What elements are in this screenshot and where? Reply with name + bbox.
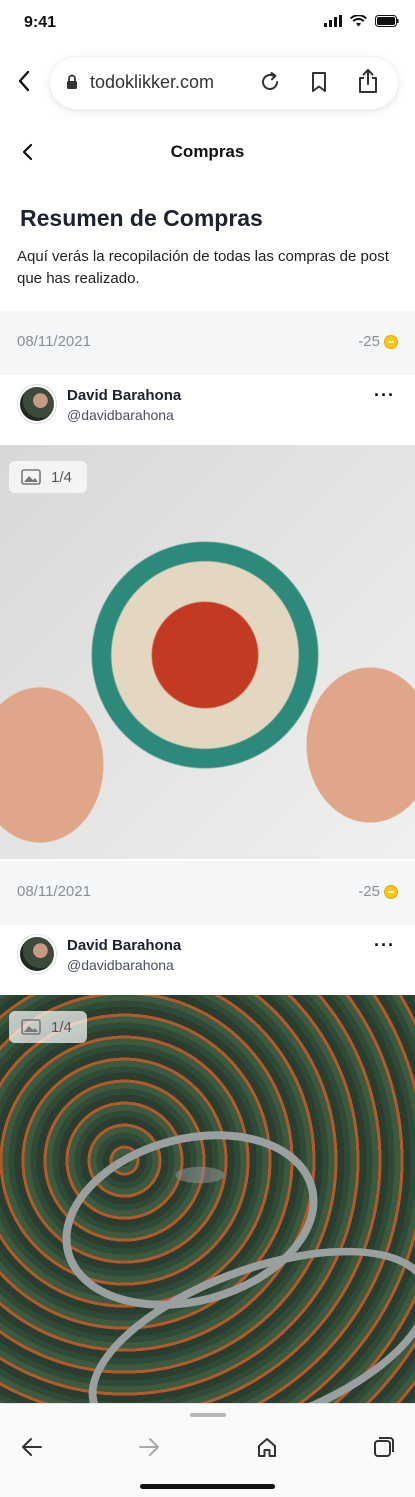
url-text: todoklikker.com — [90, 72, 215, 92]
image-icon — [21, 1019, 41, 1035]
purchase-cost: -25 — [358, 883, 398, 900]
page-header: Compras — [0, 130, 415, 174]
page-title: Compras — [170, 142, 245, 161]
browser-back-button[interactable] — [12, 66, 36, 96]
tabs-icon — [374, 1437, 394, 1457]
author-handle: @davidbarahona — [67, 957, 174, 973]
wifi-icon — [350, 15, 367, 27]
author-row: David Barahona @davidbarahona ··· — [0, 925, 415, 995]
author-row: David Barahona @davidbarahona ··· — [0, 375, 415, 445]
purchase-date: 08/11/2021 — [17, 333, 91, 350]
purchase-item: 08/11/2021 -25 David Barahona @davidbara… — [0, 861, 415, 1409]
image-counter-text: 1/4 — [51, 468, 72, 486]
purchase-header: 08/11/2021 -25 — [0, 861, 415, 925]
author-name[interactable]: David Barahona — [67, 937, 181, 954]
purchase-header: 08/11/2021 -25 — [0, 311, 415, 375]
image-counter-text: 1/4 — [51, 1018, 72, 1036]
status-time: 9:41 — [24, 14, 57, 31]
cost-value: -25 — [358, 333, 380, 350]
signal-icon — [324, 15, 342, 27]
browser-toolbar — [0, 1403, 415, 1497]
browser-bar: todoklikker.com — [0, 48, 415, 120]
image-icon — [21, 469, 41, 485]
author-name[interactable]: David Barahona — [67, 387, 181, 404]
image-counter: 1/4 — [9, 1011, 87, 1043]
home-indicator — [140, 1484, 275, 1489]
post-image[interactable]: 1/4 — [0, 995, 415, 1409]
chevron-left-icon — [18, 70, 30, 92]
reload-icon[interactable] — [258, 70, 282, 94]
more-options-button[interactable]: ··· — [374, 385, 395, 406]
summary-title: Resumen de Compras — [20, 205, 263, 231]
post-image[interactable]: 1/4 — [0, 445, 415, 859]
image-counter: 1/4 — [9, 461, 87, 493]
avatar[interactable] — [18, 935, 56, 973]
toolbar-grabber[interactable] — [190, 1413, 226, 1417]
purchase-item: 08/11/2021 -25 David Barahona @davidbara… — [0, 311, 415, 859]
battery-icon — [375, 15, 399, 27]
tabs-button[interactable] — [369, 1432, 399, 1462]
status-bar: 9:41 — [0, 0, 415, 48]
home-icon — [258, 1438, 276, 1457]
arrow-left-icon — [22, 1438, 42, 1456]
summary-description: Aquí verás la recopilación de todas las … — [17, 248, 389, 287]
bookmark-icon[interactable] — [308, 70, 330, 94]
coin-icon — [384, 884, 398, 899]
forward-nav-button[interactable] — [134, 1432, 164, 1462]
coin-icon — [384, 334, 398, 349]
purchase-cost: -25 — [358, 333, 398, 350]
avatar[interactable] — [18, 385, 56, 423]
more-options-button[interactable]: ··· — [374, 935, 395, 956]
share-icon[interactable] — [356, 67, 380, 95]
back-nav-button[interactable] — [17, 1432, 47, 1462]
purchase-date: 08/11/2021 — [17, 883, 91, 900]
home-button[interactable] — [252, 1432, 282, 1462]
arrow-right-icon — [139, 1438, 159, 1456]
address-bar[interactable]: todoklikker.com — [50, 57, 398, 109]
lock-icon — [67, 74, 77, 89]
cost-value: -25 — [358, 883, 380, 900]
author-handle: @davidbarahona — [67, 407, 174, 423]
